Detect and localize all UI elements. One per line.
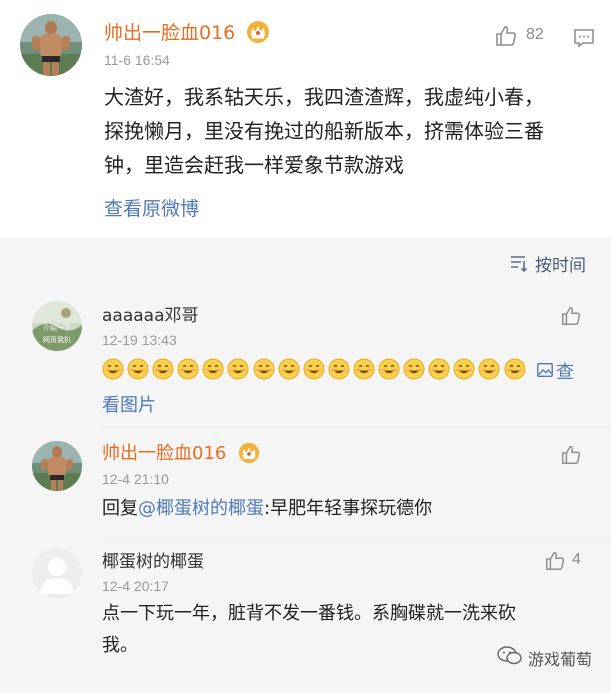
post-text-line: 探挽懒月，里没有挽过的船新版本，挤需体验三番 <box>104 119 544 143</box>
smile-emoji-icon <box>378 358 400 380</box>
comment-time: 12-4 21:10 <box>102 471 169 487</box>
smile-emoji-icon <box>278 358 300 380</box>
comment-author[interactable]: aaaaaa邓哥 <box>102 306 199 326</box>
post-text: 大渣好，我系轱天乐，我四渣渣辉，我虚纯小春， 探挽懒月，里没有挽过的船新版本，挤… <box>104 80 604 182</box>
comment-time: 12-4 20:17 <box>102 578 169 594</box>
svg-text:介绍一下: 介绍一下 <box>43 323 71 332</box>
avatar[interactable] <box>32 548 82 598</box>
smile-emoji-icon <box>127 358 149 380</box>
sort-bar: 按时间 <box>0 238 611 286</box>
smile-emoji-icon <box>202 358 224 380</box>
comments-section: 介绍一下 网页我扒 aaaaaa邓哥 12-19 13:43 查 看图片 帅出一… <box>0 286 611 693</box>
thumbs-up-icon <box>546 551 565 570</box>
post-text-line: 钟，里造会赶我一样爱象节款游戏 <box>104 153 404 177</box>
post-time: 11-6 16:54 <box>104 52 170 68</box>
comment-text-line: 点一下玩一年，脏背不发一番钱。系胸碟就一洗来砍 <box>102 603 516 624</box>
watermark-text: 游戏葡萄 <box>528 650 593 669</box>
post-text-line: 大渣好，我系轱天乐，我四渣渣辉，我虚纯小春， <box>104 85 544 109</box>
wechat-icon <box>497 646 522 665</box>
thumbs-up-icon <box>562 445 581 464</box>
comment-text: 回复@椰蛋树的椰蛋:早肥年轻事探玩德你 <box>102 493 602 525</box>
like-button[interactable]: 82 <box>494 24 554 50</box>
thumbs-up-icon <box>562 306 581 325</box>
smile-emoji-icon <box>253 358 275 380</box>
vip-crown-icon <box>246 20 270 44</box>
smile-emoji-icon <box>328 358 350 380</box>
smile-emoji-icon <box>453 358 475 380</box>
smile-emoji-icon <box>428 358 450 380</box>
comment-like-button[interactable]: 4 <box>544 550 594 574</box>
view-image-link[interactable]: 查 <box>534 358 606 383</box>
smile-emoji-icon <box>177 358 199 380</box>
like-count: 82 <box>526 26 544 43</box>
view-image-label: 查 <box>556 362 574 383</box>
mention-link[interactable]: @椰蛋树的椰蛋 <box>138 498 264 519</box>
sort-by-time-button[interactable]: 按时间 <box>509 252 593 276</box>
emoji-row <box>102 358 542 382</box>
avatar[interactable] <box>20 14 82 76</box>
comment-icon[interactable] <box>572 26 596 50</box>
comment-like-button[interactable] <box>560 444 584 468</box>
avatar[interactable] <box>32 441 82 491</box>
svg-text:网页我扒: 网页我扒 <box>43 335 71 344</box>
comment-item: 椰蛋树的椰蛋 12-4 20:17 4 点一下玩一年，脏背不发一番钱。系胸碟就一… <box>0 538 611 693</box>
image-icon <box>537 363 553 377</box>
smile-emoji-icon <box>478 358 500 380</box>
view-original-link[interactable]: 查看原微博 <box>104 194 199 221</box>
smile-emoji-icon <box>152 358 174 380</box>
reply-text: :早肥年轻事探玩德你 <box>264 498 433 519</box>
vip-crown-icon <box>238 442 260 464</box>
avatar[interactable]: 介绍一下 网页我扒 <box>32 301 82 351</box>
comment-item: 帅出一脸血016 12-4 21:10 回复@椰蛋树的椰蛋:早肥年轻事探玩德你 <box>0 427 611 537</box>
watermark: 游戏葡萄 <box>496 643 608 669</box>
main-post: 帅出一脸血016 11-6 16:54 82 大渣好，我系轱天乐，我四渣渣辉，我… <box>0 0 611 238</box>
smile-emoji-icon <box>227 358 249 380</box>
smile-emoji-icon <box>353 358 375 380</box>
smile-emoji-icon <box>403 358 425 380</box>
sort-label: 按时间 <box>535 256 586 276</box>
comment-time: 12-19 13:43 <box>102 332 177 348</box>
like-count: 4 <box>572 551 581 568</box>
view-image-label[interactable]: 看图片 <box>102 391 156 417</box>
smile-emoji-icon <box>102 358 124 380</box>
author-name[interactable]: 帅出一脸血016 <box>104 22 235 44</box>
comment-like-button[interactable] <box>560 305 584 329</box>
smile-emoji-icon <box>504 358 526 380</box>
comment-author[interactable]: 帅出一脸血016 <box>102 443 226 465</box>
comment-item: 介绍一下 网页我扒 aaaaaa邓哥 12-19 13:43 查 看图片 <box>0 286 611 426</box>
comment-author[interactable]: 椰蛋树的椰蛋 <box>102 552 204 572</box>
smile-emoji-icon <box>303 358 325 380</box>
sort-icon <box>511 256 528 273</box>
thumbs-up-icon <box>496 26 516 46</box>
reply-prefix: 回复 <box>102 498 138 519</box>
